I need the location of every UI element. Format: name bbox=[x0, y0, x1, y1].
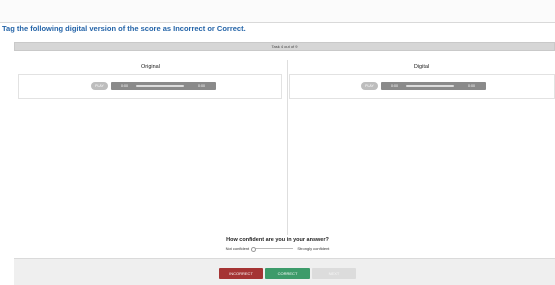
digital-panel-title: Digital bbox=[413, 64, 430, 70]
correct-button[interactable]: CORRECT bbox=[265, 268, 310, 279]
digital-total-time: 0:00 bbox=[468, 84, 475, 88]
digital-audio-bar: 0:00 0:00 bbox=[381, 82, 486, 90]
digital-play-button[interactable]: PLAY bbox=[361, 82, 378, 90]
confidence-slider[interactable] bbox=[251, 246, 294, 252]
confidence-question: How confident are you in your answer? bbox=[226, 237, 329, 243]
original-seek-track[interactable] bbox=[136, 85, 184, 87]
task-progress-label: Task 4 out of 9 bbox=[271, 44, 298, 49]
digital-seek-track[interactable] bbox=[406, 85, 454, 87]
column-divider bbox=[287, 60, 288, 235]
confidence-slider-handle[interactable] bbox=[251, 246, 257, 252]
original-player: PLAY 0:00 0:00 bbox=[18, 74, 282, 99]
original-total-time: 0:00 bbox=[198, 84, 205, 88]
original-panel-title: Original bbox=[141, 64, 160, 70]
next-button[interactable]: NEXT bbox=[312, 268, 356, 279]
confidence-slider-row: Not confident Strongly confident bbox=[0, 246, 555, 252]
action-footer: INCORRECT CORRECT NEXT bbox=[14, 258, 555, 285]
task-progress-bar: Task 4 out of 9 bbox=[14, 42, 555, 51]
confidence-max-label: Strongly confident bbox=[297, 246, 330, 251]
original-current-time: 0:00 bbox=[121, 84, 128, 88]
page-title: Tag the following digital version of the… bbox=[2, 24, 246, 33]
top-strip bbox=[0, 0, 555, 23]
confidence-min-label: Not confident bbox=[225, 246, 250, 251]
incorrect-button[interactable]: INCORRECT bbox=[219, 268, 263, 279]
original-play-button[interactable]: PLAY bbox=[91, 82, 108, 90]
digital-player: PLAY 0:00 0:00 bbox=[289, 74, 555, 99]
digital-current-time: 0:00 bbox=[391, 84, 398, 88]
original-audio-bar: 0:00 0:00 bbox=[111, 82, 216, 90]
